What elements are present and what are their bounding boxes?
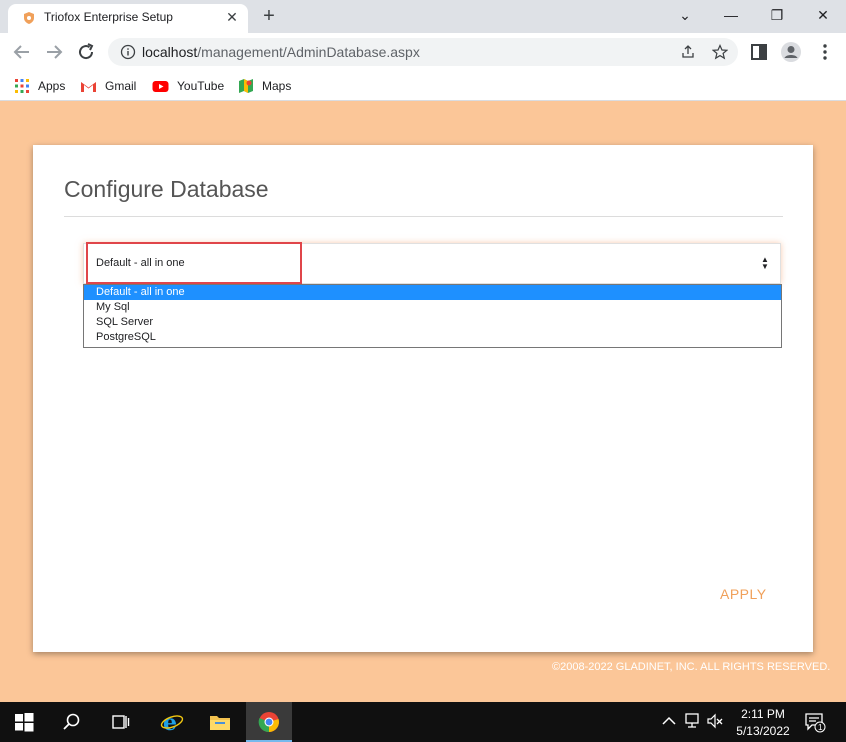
triofox-favicon-icon <box>24 12 34 24</box>
windows-start-icon[interactable] <box>12 710 36 734</box>
bookmark-star-icon[interactable] <box>712 44 728 60</box>
apps-grid-icon <box>15 79 29 93</box>
bookmark-gmail[interactable]: Gmail <box>80 76 136 96</box>
bookmarks-bar: Apps Gmail YouTube Maps <box>0 71 846 101</box>
apply-button[interactable]: APPLY <box>720 586 767 602</box>
browser-tabstrip: Triofox Enterprise Setup ✕ + ⌄ — ❐ ✕ <box>0 0 846 33</box>
forward-icon[interactable] <box>42 40 66 64</box>
triofox-logo: triofox <box>630 624 708 654</box>
youtube-icon <box>152 80 169 92</box>
side-panel-icon[interactable] <box>748 41 770 63</box>
browser-toolbar: localhost/management/AdminDatabase.aspx <box>0 33 846 71</box>
annotation-highlight-box <box>86 242 302 284</box>
database-options-list[interactable]: Default - all in one My Sql SQL Server P… <box>83 284 782 348</box>
volume-muted-icon[interactable] <box>706 712 724 730</box>
bookmark-label: Apps <box>38 79 66 93</box>
gmail-icon <box>81 81 96 92</box>
tab-search-chevron-icon[interactable]: ⌄ <box>662 0 708 30</box>
show-hidden-icons-chevron-icon[interactable] <box>660 712 678 730</box>
clock-time[interactable]: 2:11 PM <box>740 707 786 721</box>
chrome-icon[interactable] <box>257 710 281 734</box>
close-window-icon[interactable]: ✕ <box>800 0 846 30</box>
url-host: localhost <box>142 44 198 60</box>
bookmark-label: YouTube <box>177 79 225 93</box>
url-path: /management/AdminDatabase.aspx <box>197 44 420 60</box>
option-sql-server[interactable]: SQL Server <box>84 315 781 330</box>
info-icon[interactable] <box>120 44 136 60</box>
copyright-text: ©2008-2022 GLADINET, INC. ALL RIGHTS RES… <box>552 661 831 673</box>
notification-count: 1 <box>818 723 823 732</box>
tab-title: Triofox Enterprise Setup <box>44 10 173 24</box>
internet-explorer-icon[interactable]: e <box>160 710 184 734</box>
maps-icon <box>239 79 253 93</box>
option-mysql[interactable]: My Sql <box>84 300 781 315</box>
share-icon[interactable] <box>680 44 696 60</box>
bookmark-label: Gmail <box>105 79 137 93</box>
title-divider <box>64 216 783 217</box>
page-title: Configure Database <box>64 176 269 202</box>
select-updown-arrow-icon: ▲ ▼ <box>761 255 769 271</box>
svg-text:e: e <box>163 710 177 734</box>
browser-tab[interactable]: Triofox Enterprise Setup ✕ <box>8 4 248 33</box>
option-postgresql[interactable]: PostgreSQL <box>84 330 781 345</box>
url-text: localhost/management/AdminDatabase.aspx <box>142 44 420 60</box>
bookmark-label: Maps <box>262 79 292 93</box>
bookmark-apps[interactable]: Apps <box>14 76 65 96</box>
new-tab-icon[interactable]: + <box>258 6 280 28</box>
address-bar[interactable]: localhost/management/AdminDatabase.aspx <box>108 38 738 66</box>
notification-center-icon[interactable]: 1 <box>804 711 826 733</box>
restore-icon[interactable]: ❐ <box>754 0 800 30</box>
windows-taskbar: e 2:11 PM 5/13/2022 1 <box>0 702 846 742</box>
back-icon[interactable] <box>10 40 34 64</box>
file-explorer-icon[interactable] <box>208 710 232 734</box>
bookmark-youtube[interactable]: YouTube <box>152 76 224 96</box>
search-icon[interactable] <box>60 710 84 734</box>
task-view-icon[interactable] <box>108 710 132 734</box>
minimize-icon[interactable]: — <box>708 0 754 30</box>
tab-close-icon[interactable]: ✕ <box>224 9 240 25</box>
clock-date[interactable]: 5/13/2022 <box>734 724 792 738</box>
reload-icon[interactable] <box>74 40 98 64</box>
menu-kebab-icon[interactable] <box>814 41 836 63</box>
configure-database-card: Configure Database Default - all in one … <box>33 145 813 652</box>
network-icon[interactable] <box>684 712 702 730</box>
option-default-all-in-one[interactable]: Default - all in one <box>84 285 781 300</box>
profile-avatar-icon[interactable] <box>780 41 802 63</box>
bookmark-maps[interactable]: Maps <box>238 76 291 96</box>
